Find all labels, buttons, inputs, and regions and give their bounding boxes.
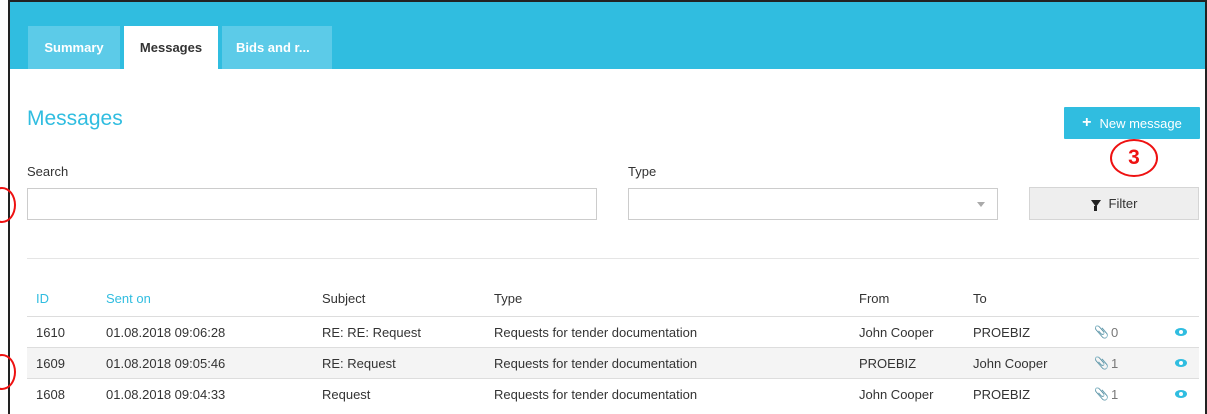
cell-type: Requests for tender documentation (494, 324, 698, 340)
cell-subject: RE: RE: Request (322, 324, 421, 340)
cell-from: John Cooper (859, 386, 934, 402)
view-button[interactable] (1175, 379, 1187, 409)
cell-type: Requests for tender documentation (494, 386, 698, 402)
eye-icon (1175, 390, 1187, 398)
attachment-count-value: 1 (1110, 386, 1119, 402)
view-button[interactable] (1175, 348, 1187, 378)
paperclip-icon: 📎 (1094, 387, 1109, 401)
messages-table: ID Sent on Subject Type From To 1610 01.… (27, 280, 1199, 409)
cell-id: 1609 (36, 355, 65, 371)
new-message-label: New message (1099, 115, 1182, 131)
cell-sent-on: 01.08.2018 09:06:28 (106, 324, 226, 340)
caret-down-icon (977, 202, 985, 207)
cell-subject: RE: Request (322, 355, 396, 371)
plus-icon: + (1082, 114, 1092, 131)
table-header: ID Sent on Subject Type From To (27, 280, 1199, 316)
header-to: To (973, 290, 987, 306)
eye-icon (1175, 359, 1187, 367)
header-from: From (859, 290, 890, 306)
annotation-marker (0, 354, 16, 390)
divider (27, 258, 1199, 259)
cell-to: John Cooper (973, 355, 1048, 371)
cell-subject: Request (322, 386, 371, 402)
page-title: Messages (27, 107, 123, 130)
cell-id: 1608 (36, 386, 65, 402)
annotation-badge: 3 (1110, 139, 1158, 177)
table-row[interactable]: 1610 01.08.2018 09:06:28 RE: RE: Request… (27, 316, 1199, 347)
annotation-marker (0, 187, 16, 223)
tab-summary[interactable]: Summary (28, 26, 120, 69)
paperclip-icon: 📎 (1094, 356, 1109, 370)
search-label: Search (27, 164, 69, 179)
type-label: Type (628, 164, 657, 179)
tab-bids[interactable]: Bids and r... (222, 26, 332, 69)
cell-sent-on: 01.08.2018 09:04:33 (106, 386, 226, 402)
view-button[interactable] (1175, 317, 1187, 347)
funnel-icon (1090, 200, 1101, 211)
paperclip-icon: 📎 (1094, 325, 1109, 339)
filter-button[interactable]: Filter (1029, 187, 1199, 220)
cell-from: PROEBIZ (859, 355, 917, 371)
attachment-count: 📎 0 (1094, 317, 1118, 347)
cell-id: 1610 (36, 324, 65, 340)
filter-label: Filter (1108, 196, 1138, 211)
header-type: Type (494, 290, 523, 306)
attachment-count: 📎 1 (1094, 379, 1118, 409)
cell-type: Requests for tender documentation (494, 355, 698, 371)
header-id[interactable]: ID (36, 280, 49, 316)
app-frame: Summary Messages Bids and r... Messages … (0, 0, 1207, 414)
table-row[interactable]: 1608 01.08.2018 09:04:33 Request Request… (27, 378, 1199, 409)
search-input[interactable] (27, 188, 597, 220)
type-select[interactable] (628, 188, 998, 220)
cell-sent-on: 01.08.2018 09:05:46 (106, 355, 226, 371)
cell-to: PROEBIZ (973, 386, 1031, 402)
attachment-count-value: 0 (1110, 324, 1119, 340)
eye-icon (1175, 328, 1187, 336)
cell-from: John Cooper (859, 324, 934, 340)
table-row[interactable]: 1609 01.08.2018 09:05:46 RE: Request Req… (27, 347, 1199, 378)
tab-bar: Summary Messages Bids and r... (10, 2, 1205, 69)
tab-messages[interactable]: Messages (124, 26, 218, 69)
attachment-count: 📎 1 (1094, 348, 1118, 378)
cell-to: PROEBIZ (973, 324, 1031, 340)
new-message-button[interactable]: + New message (1064, 107, 1200, 139)
attachment-count-value: 1 (1110, 355, 1119, 371)
header-sent-on[interactable]: Sent on (106, 280, 151, 316)
header-subject: Subject (322, 290, 366, 306)
